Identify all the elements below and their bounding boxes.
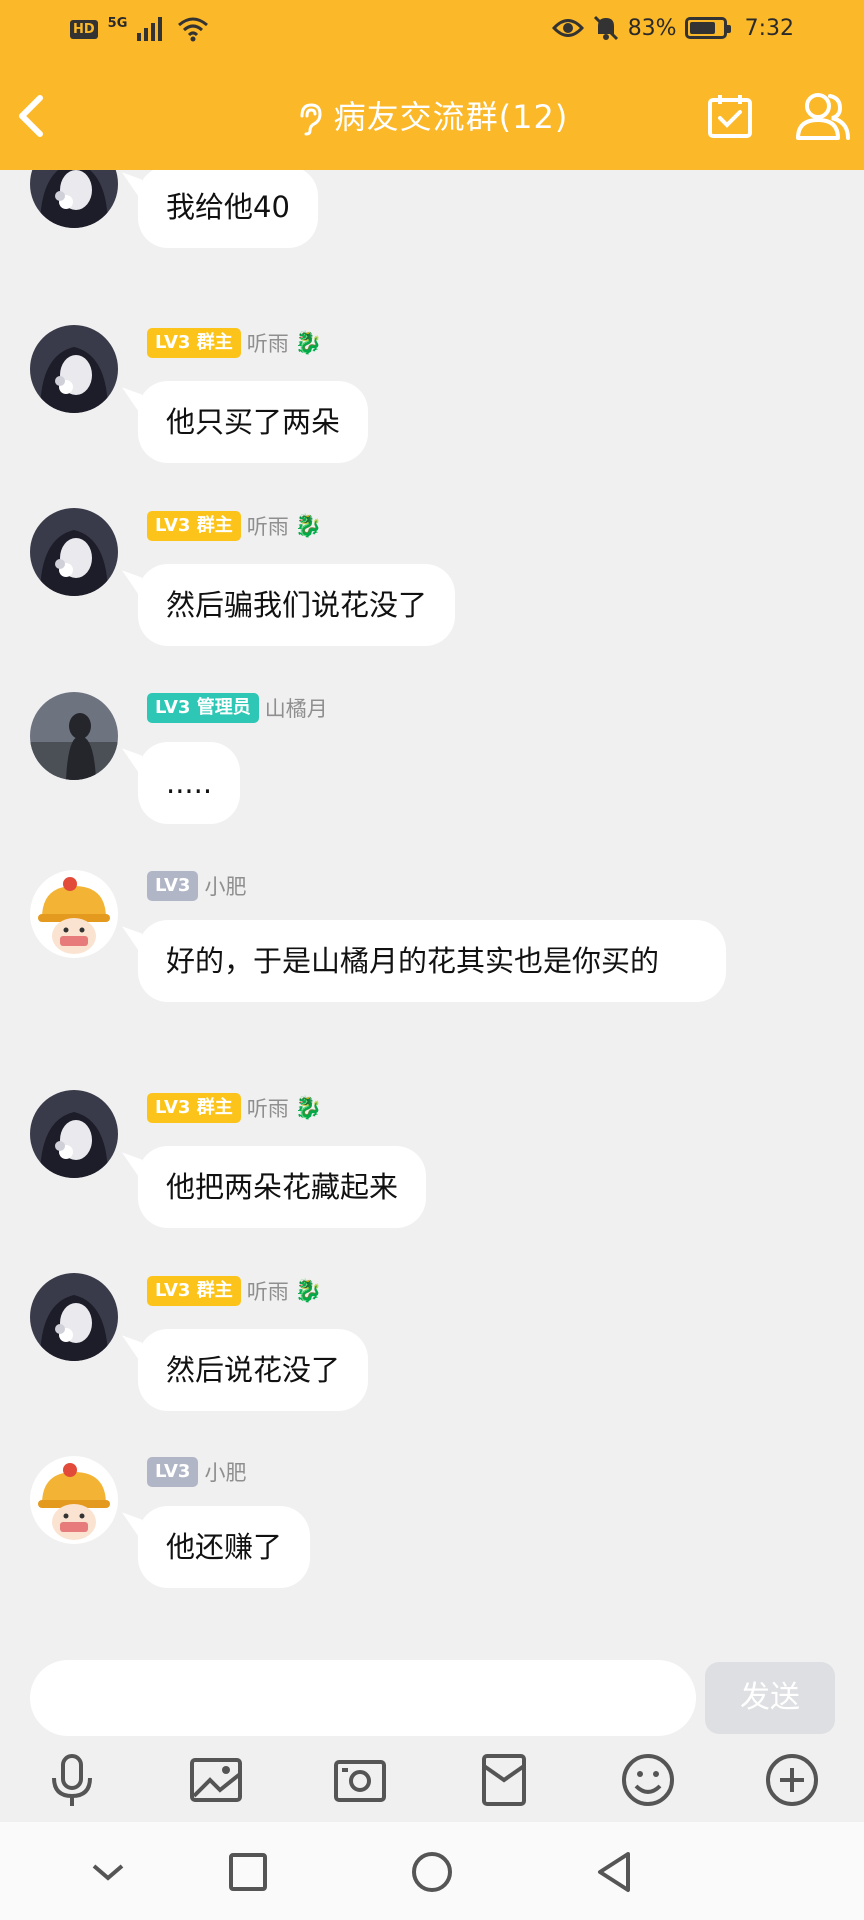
- sender-name[interactable]: 山橘月: [265, 693, 328, 723]
- system-nav-bar: [0, 1822, 864, 1920]
- sender-meta: LV3 群主 听雨 🐉: [147, 510, 322, 542]
- sender-meta: LV3 群主 听雨 🐉: [147, 327, 322, 359]
- message-bubble[interactable]: 他只买了两朵: [138, 381, 369, 463]
- message-bubble[interactable]: 好的，于是山橘月的花其实也是你买的: [138, 920, 726, 1002]
- message-input[interactable]: [30, 1660, 696, 1736]
- message-bubble[interactable]: 然后骗我们说花没了: [138, 564, 456, 646]
- mute-bell-icon: [593, 15, 618, 41]
- dragon-emblem-icon: 🐉: [294, 330, 323, 356]
- camera-icon[interactable]: [330, 1750, 390, 1810]
- battery-icon: [684, 17, 731, 39]
- avatar[interactable]: [30, 325, 118, 413]
- role-label: 群主: [196, 515, 233, 536]
- avatar[interactable]: [30, 508, 118, 596]
- battery-percent: 83%: [627, 15, 677, 41]
- role-label: 管理员: [196, 697, 251, 718]
- avatar[interactable]: [30, 692, 118, 780]
- sender-name[interactable]: 小肥: [204, 871, 246, 901]
- message-bubble[interactable]: 我给他40: [138, 170, 318, 248]
- header: HD 5G 83% 7:32 病友交流群(12): [0, 0, 864, 170]
- sender-name[interactable]: 听雨: [247, 328, 289, 358]
- sender-meta: LV3 小肥: [147, 870, 246, 902]
- sender-name[interactable]: 小肥: [204, 1457, 246, 1487]
- message-input-bar: 发送: [0, 1650, 864, 1750]
- level-label: LV3: [155, 515, 191, 536]
- message-bubble[interactable]: .....: [138, 742, 241, 824]
- sender-meta: LV3 群主 听雨 🐉: [147, 1275, 322, 1307]
- red-packet-icon[interactable]: [474, 1750, 534, 1810]
- role-label: 群主: [196, 1280, 233, 1301]
- level-badge: LV3 群主: [147, 328, 241, 358]
- message-bubble[interactable]: 他还赚了: [138, 1506, 311, 1588]
- status-bar: HD 5G 83% 7:32: [0, 0, 864, 62]
- input-toolbar: [0, 1740, 864, 1822]
- dragon-emblem-icon: 🐉: [294, 1095, 323, 1121]
- hd-badge: HD: [70, 19, 98, 39]
- back-icon[interactable]: [590, 1848, 638, 1896]
- image-icon[interactable]: [186, 1750, 246, 1810]
- message-bubble[interactable]: 然后说花没了: [138, 1329, 369, 1411]
- avatar[interactable]: [30, 870, 118, 958]
- avatar[interactable]: [30, 1090, 118, 1178]
- role-label: 群主: [196, 332, 233, 353]
- message-bubble[interactable]: 他把两朵花藏起来: [138, 1146, 427, 1228]
- role-label: 群主: [196, 1097, 233, 1118]
- plus-icon[interactable]: [762, 1750, 822, 1810]
- level-label: LV3: [155, 1461, 191, 1482]
- network-label: 5G: [107, 16, 128, 31]
- level-label: LV3: [155, 697, 191, 718]
- group-members-icon[interactable]: [792, 86, 852, 146]
- signal-icon: [137, 17, 163, 41]
- sender-meta: LV3 群主 听雨 🐉: [147, 1092, 322, 1124]
- send-button[interactable]: 发送: [705, 1662, 835, 1734]
- ear-icon: [300, 103, 322, 136]
- level-badge: LV3 群主: [147, 1093, 241, 1123]
- title-bar: 病友交流群(12): [0, 80, 864, 150]
- avatar[interactable]: [30, 1456, 118, 1544]
- sender-meta: LV3 小肥: [147, 1456, 246, 1488]
- chat-area[interactable]: 我给他40 LV3 群主 听雨 🐉 他只买了两朵 LV3 群主 听雨 🐉 然后骗…: [0, 170, 864, 1650]
- level-label: LV3: [155, 1097, 191, 1118]
- group-title: 病友交流群(12): [333, 98, 569, 136]
- sender-name[interactable]: 听雨: [247, 1276, 289, 1306]
- level-badge: LV3: [147, 871, 199, 901]
- level-badge: LV3 管理员: [147, 693, 259, 723]
- level-badge: LV3: [147, 1457, 199, 1487]
- avatar[interactable]: [30, 170, 118, 228]
- battery-level-fill: [689, 22, 716, 34]
- level-badge: LV3 群主: [147, 1276, 241, 1306]
- wifi-icon: [178, 17, 209, 42]
- level-label: LV3: [155, 875, 191, 896]
- level-badge: LV3 群主: [147, 511, 241, 541]
- sender-meta: LV3 管理员 山橘月: [147, 692, 328, 724]
- dragon-emblem-icon: 🐉: [294, 1278, 323, 1304]
- sender-name[interactable]: 听雨: [247, 1093, 289, 1123]
- chevron-down-icon[interactable]: [84, 1848, 132, 1896]
- home-icon[interactable]: [408, 1848, 456, 1896]
- avatar[interactable]: [30, 1273, 118, 1361]
- clock: 7:32: [744, 15, 794, 41]
- dragon-emblem-icon: 🐉: [294, 513, 323, 539]
- level-label: LV3: [155, 332, 191, 353]
- sender-name[interactable]: 听雨: [247, 511, 289, 541]
- emoji-icon[interactable]: [618, 1750, 678, 1810]
- level-label: LV3: [155, 1280, 191, 1301]
- eye-icon: [551, 19, 584, 37]
- checkin-calendar-icon[interactable]: [706, 92, 754, 140]
- recent-apps-icon[interactable]: [224, 1848, 272, 1896]
- microphone-icon[interactable]: [42, 1750, 102, 1810]
